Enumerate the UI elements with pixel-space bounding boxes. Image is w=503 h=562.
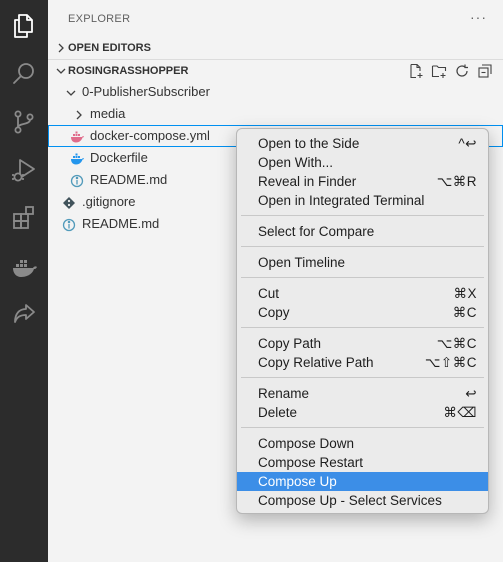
run-debug-icon[interactable] [10, 156, 38, 184]
menu-separator [241, 327, 484, 328]
tree-item-label: Dockerfile [90, 150, 148, 165]
files-icon[interactable] [10, 12, 38, 40]
tree-item-label: media [90, 106, 126, 121]
menu-open-timeline[interactable]: Open Timeline [237, 253, 488, 272]
context-menu: Open to the Side ^↩ Open With... Reveal … [236, 128, 489, 514]
search-icon[interactable] [10, 60, 38, 88]
menu-separator [241, 246, 484, 247]
menu-label: Compose Up - Select Services [258, 493, 442, 508]
menu-copy-path[interactable]: Copy Path ⌥⌘C [237, 334, 488, 353]
source-control-icon[interactable] [10, 108, 38, 136]
info-icon [62, 217, 76, 232]
more-actions-button[interactable]: ··· [470, 9, 487, 25]
docker-file-icon [70, 151, 84, 165]
menu-compose-up-select-services[interactable]: Compose Up - Select Services [237, 491, 488, 510]
menu-shortcut: ⌘C [452, 305, 477, 320]
menu-label: Cut [258, 286, 280, 301]
menu-label: Compose Down [258, 436, 355, 451]
new-folder-icon[interactable] [431, 63, 447, 79]
menu-delete[interactable]: Delete ⌘⌫ [237, 403, 488, 422]
tree-item-label: README.md [82, 216, 160, 231]
tree-item-label: 0-PublisherSubscriber [82, 84, 210, 99]
menu-shortcut: ↩ [465, 386, 477, 401]
git-file-icon [62, 195, 76, 209]
chevron-down-icon [64, 85, 78, 99]
menu-label: Open Timeline [258, 255, 346, 270]
live-share-icon[interactable] [10, 300, 38, 328]
menu-shortcut: ⌘X [453, 286, 477, 301]
menu-label: Open to the Side [258, 136, 360, 151]
tree-folder-publishersubscriber[interactable]: 0-PublisherSubscriber [48, 81, 503, 103]
menu-label: Select for Compare [258, 224, 375, 239]
new-file-icon[interactable] [408, 63, 424, 79]
extensions-icon[interactable] [10, 204, 38, 232]
activity-bar [0, 0, 48, 562]
chevron-right-icon [72, 107, 86, 121]
menu-select-for-compare[interactable]: Select for Compare [237, 222, 488, 241]
menu-shortcut: ⌥⌘R [436, 174, 477, 189]
chevron-down-icon [54, 60, 68, 82]
open-editors-header[interactable]: OPEN EDITORS [48, 37, 503, 59]
menu-label: Delete [258, 405, 298, 420]
menu-open-with[interactable]: Open With... [237, 153, 488, 172]
open-editors-label: OPEN EDITORS [68, 42, 151, 54]
menu-label: Copy [258, 305, 290, 320]
menu-reveal-in-finder[interactable]: Reveal in Finder ⌥⌘R [237, 172, 488, 191]
menu-shortcut: ⌥⌘C [436, 336, 477, 351]
menu-label: Compose Restart [258, 455, 364, 470]
menu-open-to-side[interactable]: Open to the Side ^↩ [237, 134, 488, 153]
info-icon [70, 173, 84, 188]
tree-item-label: README.md [90, 172, 168, 187]
menu-label: Copy Path [258, 336, 322, 351]
menu-label: Open With... [258, 155, 334, 170]
menu-shortcut: ⌥⇧⌘C [424, 355, 477, 370]
tree-item-label: docker-compose.yml [90, 128, 210, 143]
menu-open-in-terminal[interactable]: Open in Integrated Terminal [237, 191, 488, 210]
menu-label: Reveal in Finder [258, 174, 357, 189]
menu-separator [241, 277, 484, 278]
menu-shortcut: ⌘⌫ [443, 405, 477, 420]
explorer-title: EXPLORER [68, 13, 131, 25]
tree-item-label: .gitignore [82, 194, 136, 209]
menu-separator [241, 377, 484, 378]
refresh-icon[interactable] [454, 63, 470, 79]
menu-compose-restart[interactable]: Compose Restart [237, 453, 488, 472]
menu-label: Copy Relative Path [258, 355, 374, 370]
menu-copy-relative-path[interactable]: Copy Relative Path ⌥⇧⌘C [237, 353, 488, 372]
workspace-label: ROSINGRASSHOPPER [68, 65, 189, 77]
menu-label: Compose Up [258, 474, 337, 489]
menu-compose-down[interactable]: Compose Down [237, 434, 488, 453]
menu-compose-up[interactable]: Compose Up [237, 472, 488, 491]
workspace-header[interactable]: ROSINGRASSHOPPER [48, 60, 503, 82]
menu-separator [241, 427, 484, 428]
tree-folder-media[interactable]: media [48, 103, 503, 125]
menu-shortcut: ^↩ [458, 136, 477, 151]
menu-copy[interactable]: Copy ⌘C [237, 303, 488, 322]
menu-rename[interactable]: Rename ↩ [237, 384, 488, 403]
docker-icon[interactable] [10, 254, 38, 282]
menu-label: Open in Integrated Terminal [258, 193, 425, 208]
docker-compose-file-icon [70, 129, 84, 143]
menu-separator [241, 215, 484, 216]
menu-label: Rename [258, 386, 310, 401]
collapse-all-icon[interactable] [477, 63, 493, 79]
menu-cut[interactable]: Cut ⌘X [237, 284, 488, 303]
chevron-right-icon [54, 37, 68, 59]
